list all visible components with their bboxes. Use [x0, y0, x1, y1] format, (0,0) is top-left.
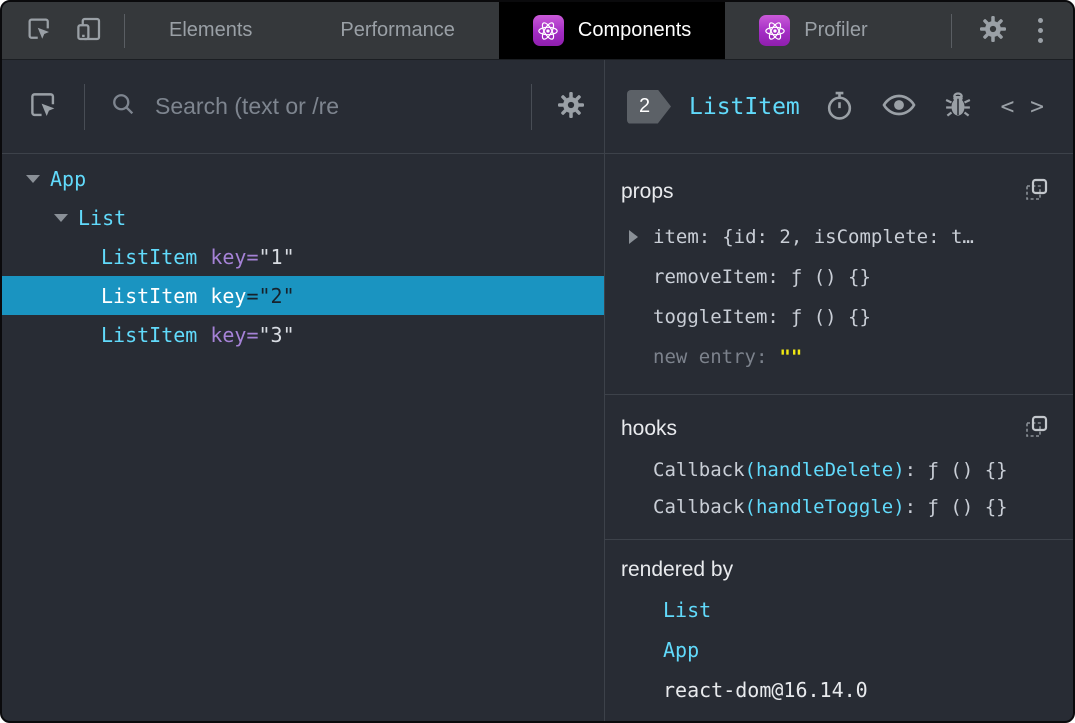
tab-performance[interactable]: Performance — [296, 2, 499, 59]
hooks-section-title: hooks — [621, 416, 678, 440]
component-name: ListItem — [101, 322, 198, 347]
tree-row-listitem-3[interactable]: ListItem key="3" — [2, 315, 604, 354]
prop-row-removeitem[interactable]: removeItem: ƒ () {} — [617, 257, 1057, 297]
selected-component-name: ListItem — [689, 93, 800, 120]
tab-label: Performance — [340, 19, 455, 41]
tree-settings-button[interactable] — [556, 90, 586, 123]
component-name: ListItem — [101, 283, 198, 308]
devtools-tabbar: Elements Performance Components Profiler — [2, 2, 1073, 60]
inspect-element-button[interactable] — [24, 14, 54, 47]
select-component-button[interactable] — [26, 88, 60, 125]
tree-row-list[interactable]: List — [2, 198, 604, 237]
hook-row-handledelete[interactable]: Callback(handleDelete): ƒ () {} — [617, 452, 1057, 489]
hooks-section: hooks Callback(handleDelete): ƒ () {} Ca… — [605, 395, 1073, 540]
code-brackets-icon: < > — [1000, 93, 1045, 120]
key-attribute: key="2" — [210, 283, 295, 308]
inspector-header: 2 ListItem < > — [605, 60, 1073, 154]
toolbar-separator — [84, 83, 85, 130]
gear-icon — [978, 14, 1008, 47]
copy-icon — [1025, 415, 1049, 442]
selection-index-badge: 2 — [627, 89, 671, 124]
component-inspector-panel: 2 ListItem < > props item: {id: 2, isCom… — [605, 60, 1073, 721]
tab-label: Profiler — [804, 19, 868, 41]
inspect-dom-button[interactable] — [882, 93, 916, 120]
inspect-cursor-icon — [24, 14, 54, 47]
rendered-by-app-link[interactable]: App — [617, 630, 1057, 670]
props-section: props item: {id: 2, isComplete: t… remov… — [605, 154, 1073, 395]
expand-arrow-icon[interactable] — [26, 174, 40, 183]
component-name: App — [50, 166, 87, 191]
tab-profiler[interactable]: Profiler — [725, 2, 901, 59]
hook-row-handletoggle[interactable]: Callback(handleToggle): ƒ () {} — [617, 489, 1057, 526]
components-tree-panel: App List ListItem key="1" ListItem key="… — [2, 60, 605, 721]
device-toolbar-icon — [74, 14, 104, 47]
tree-row-listitem-1[interactable]: ListItem key="1" — [2, 237, 604, 276]
rendered-by-list-link[interactable]: List — [617, 590, 1057, 630]
settings-button[interactable] — [978, 14, 1008, 47]
component-tree: App List ListItem key="1" ListItem key="… — [2, 154, 604, 354]
tab-components[interactable]: Components — [498, 2, 726, 59]
devtools-window: Elements Performance Components Profiler… — [0, 0, 1075, 723]
search-icon — [109, 90, 137, 123]
more-options-button[interactable] — [1034, 14, 1047, 47]
toolbar-separator — [531, 83, 532, 130]
tab-elements[interactable]: Elements — [125, 2, 296, 59]
key-attribute: key="1" — [210, 244, 295, 269]
tab-label: Elements — [169, 19, 253, 41]
rendered-by-react-dom: react-dom@16.14.0 — [663, 678, 868, 702]
copy-hooks-button[interactable] — [1025, 415, 1049, 442]
suspend-toggle-button[interactable] — [824, 90, 855, 124]
component-name: List — [78, 205, 127, 230]
component-name: ListItem — [101, 244, 198, 269]
inspect-cursor-icon — [26, 88, 60, 125]
view-source-button[interactable]: < > — [1000, 94, 1045, 120]
bug-icon — [943, 90, 973, 123]
react-logo-icon — [759, 15, 791, 46]
expand-arrow-icon[interactable] — [54, 213, 68, 222]
tab-label: Components — [577, 19, 692, 41]
tree-row-listitem-2-selected[interactable]: ListItem key="2" — [2, 276, 604, 315]
prop-row-item[interactable]: item: {id: 2, isComplete: t… — [617, 217, 1057, 257]
search-input[interactable] — [155, 93, 507, 120]
props-section-title: props — [621, 179, 674, 203]
search-box[interactable] — [109, 90, 507, 123]
copy-icon — [1025, 178, 1049, 205]
gear-icon — [556, 90, 586, 123]
prop-row-new-entry[interactable]: new entry: "" — [617, 337, 1057, 377]
expand-arrow-icon[interactable] — [629, 230, 638, 244]
copy-props-button[interactable] — [1025, 178, 1049, 205]
debug-log-button[interactable] — [943, 90, 973, 123]
device-toolbar-button[interactable] — [74, 14, 104, 47]
stopwatch-icon — [824, 90, 855, 124]
prop-row-toggleitem[interactable]: toggleItem: ƒ () {} — [617, 297, 1057, 337]
key-attribute: key="3" — [210, 322, 295, 347]
eye-icon — [882, 93, 916, 120]
rendered-by-section: rendered by List App react-dom@16.14.0 — [605, 540, 1073, 721]
react-logo-icon — [532, 15, 564, 46]
tabbar-separator — [951, 13, 952, 48]
rendered-by-title: rendered by — [621, 558, 734, 581]
tree-toolbar — [2, 60, 604, 154]
tree-row-app[interactable]: App — [2, 159, 604, 198]
